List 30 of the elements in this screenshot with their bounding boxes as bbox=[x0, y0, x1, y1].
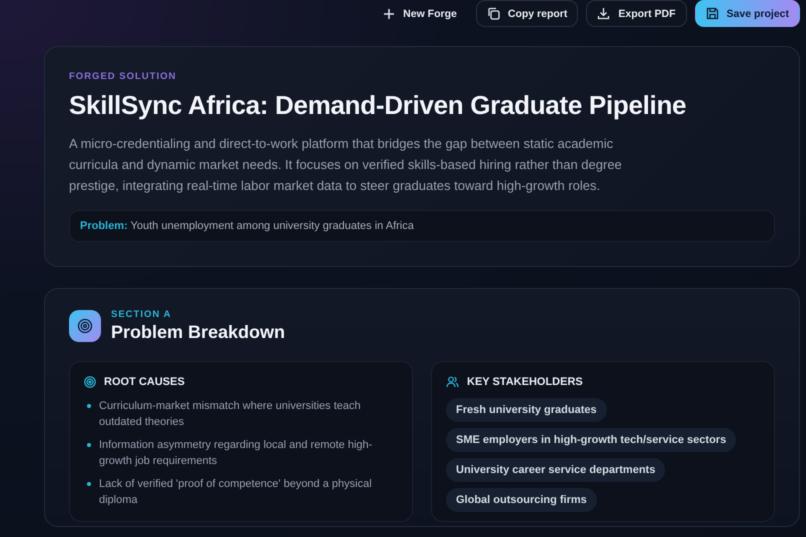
section-eyebrow: SECTION A bbox=[111, 309, 172, 320]
target-badge-icon bbox=[69, 310, 101, 342]
toolbar-button[interactable]: Export PDF bbox=[586, 0, 687, 27]
download-icon bbox=[597, 7, 610, 20]
copy-icon bbox=[486, 7, 500, 20]
stakeholder-tag: SME employers in high-growth tech/service sectors bbox=[446, 428, 736, 452]
bullet-icon bbox=[87, 404, 91, 408]
root-cause-text: Curriculum-market mismatch where universities teach outdated theories bbox=[99, 399, 362, 430]
panel-heading: ROOT CAUSES bbox=[104, 376, 185, 388]
save-icon bbox=[706, 7, 719, 20]
toolbar-button[interactable]: New Forge bbox=[372, 0, 468, 27]
root-cause-text: Information asymmetry regarding local and remote high-growth job requirements bbox=[99, 438, 374, 469]
problem-text: Youth unemployment among university graduates in Africa bbox=[130, 220, 414, 232]
stakeholder-tag: University career service departments bbox=[446, 458, 666, 482]
plus-icon bbox=[383, 8, 396, 20]
stakeholder-tag: Fresh university graduates bbox=[446, 398, 607, 422]
stakeholder-tag: Global outsourcing firms bbox=[446, 488, 597, 512]
people-icon bbox=[446, 376, 459, 388]
toolbar-button[interactable]: Copy report bbox=[476, 0, 578, 27]
toolbar-button[interactable]: Save project bbox=[694, 0, 800, 27]
section-title: Problem Breakdown bbox=[111, 322, 286, 343]
target-icon bbox=[84, 376, 96, 388]
eyebrow-label: FORGED SOLUTION bbox=[69, 71, 178, 82]
solution-description: A micro-credentialing and direct-to-work platform that bridges the gap between static academic curricula and dynamic market needs. It focuses on verified skills-based hiring rather than degree prestige, integrating real-time labor market data to steer graduates toward high-growth roles. bbox=[69, 135, 623, 195]
solution-title: SkillSync Africa: Demand-Driven Graduate Pipeline bbox=[69, 90, 688, 121]
problem-label: Problem: bbox=[80, 220, 128, 232]
root-cause-text: Lack of verified 'proof of competence' beyond a physical diploma bbox=[99, 477, 373, 508]
bullet-icon bbox=[87, 482, 91, 486]
panel-heading: KEY STAKEHOLDERS bbox=[467, 376, 583, 388]
bullet-icon bbox=[87, 443, 91, 447]
